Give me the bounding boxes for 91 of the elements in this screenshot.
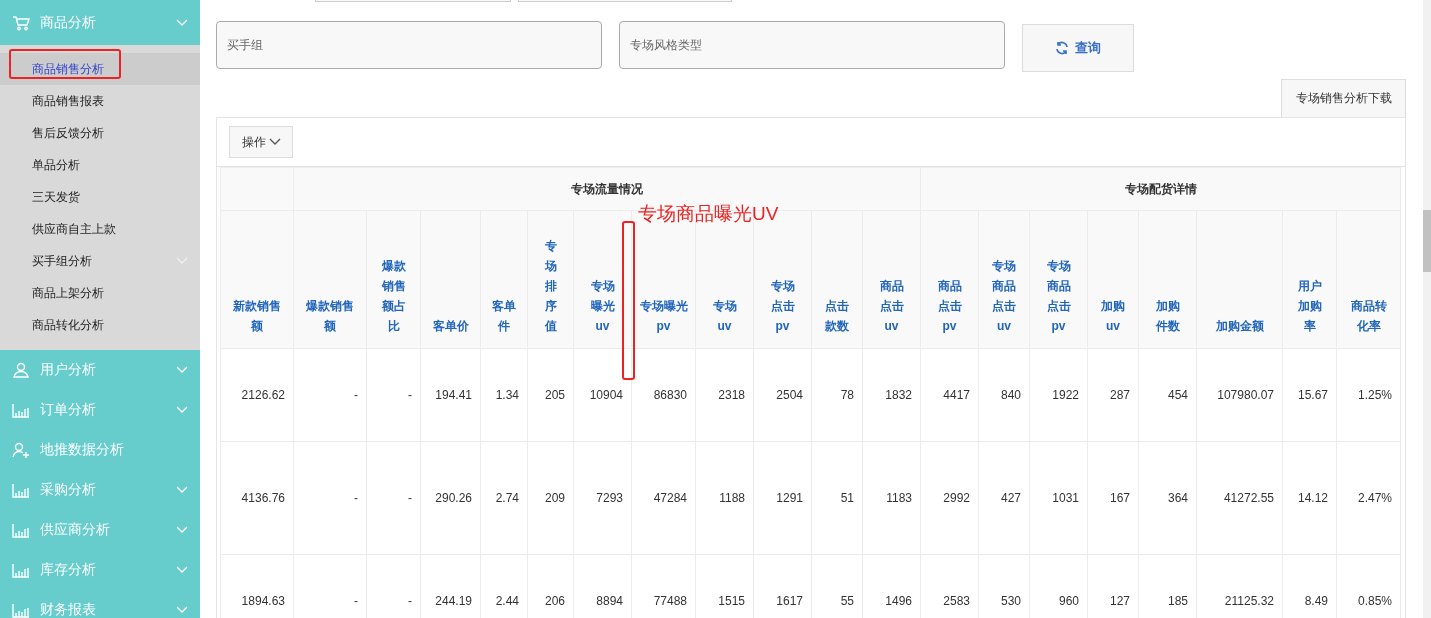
actions-dropdown[interactable]: 操作 [229, 126, 293, 158]
bar-chart-icon [12, 602, 30, 618]
sidebar-item[interactable]: 商品销售分析 [0, 53, 200, 85]
query-button[interactable]: 查询 [1022, 24, 1134, 72]
table-cell: 454 [1138, 348, 1197, 442]
filter-field[interactable]: 买手组 [216, 21, 602, 69]
column-header: 加购件数 [1138, 210, 1197, 349]
sidebar-item[interactable]: 供应商自主上款 [0, 213, 200, 245]
table-cell: 86830 [631, 348, 696, 442]
add-user-icon [12, 442, 30, 458]
sidebar-item[interactable]: 售后反馈分析 [0, 117, 200, 149]
sidebar-item[interactable]: 商品上架分析 [0, 277, 200, 309]
column-header: 加购金额 [1196, 210, 1283, 349]
chevron-down-icon [176, 566, 188, 574]
table-cell: 41272.55 [1196, 441, 1283, 555]
table-cell: 205 [527, 348, 574, 442]
table-cell: 78 [811, 348, 863, 442]
cart-icon [12, 14, 30, 31]
table-cell: 364 [1138, 441, 1197, 555]
table-cell: 7293 [573, 441, 632, 555]
table-cell: 290.26 [420, 441, 481, 555]
column-header: 点击款数 [811, 210, 863, 349]
table-cell: 1.34 [480, 348, 528, 442]
table-cell: 1894.63 [220, 554, 294, 618]
table-cell: 840 [978, 348, 1030, 442]
bar-chart-icon [12, 482, 30, 498]
refresh-icon [1055, 41, 1069, 55]
column-header: 专场排序值 [527, 210, 574, 349]
table-cell: 2.74 [480, 441, 528, 555]
sidebar-item[interactable]: 商品销售报表 [0, 85, 200, 117]
scrollbar-thumb[interactable] [1423, 210, 1431, 272]
column-header: 爆款销售额占比 [366, 210, 421, 349]
bar-chart-icon [12, 522, 30, 538]
table-cell: 47284 [631, 441, 696, 555]
chevron-down-icon [176, 606, 188, 614]
table-cell: 2126.62 [220, 348, 294, 442]
table-cell: 1.25% [1336, 348, 1401, 442]
chevron-down-icon [176, 366, 188, 374]
table-cell: 1188 [695, 441, 754, 555]
sidebar-item[interactable]: 商品转化分析 [0, 309, 200, 341]
table-cell: - [366, 348, 421, 442]
table-cell: 1922 [1029, 348, 1088, 442]
table-cell: 10904 [573, 348, 632, 442]
chevron-down-icon [176, 526, 188, 534]
column-header: 商品点击pv [920, 210, 979, 349]
chevron-down-icon [176, 486, 188, 494]
filter-field[interactable]: 专场风格类型 [619, 21, 1005, 69]
table-cell: 4417 [920, 348, 979, 442]
table-cell: - [293, 348, 367, 442]
bar-chart-icon [12, 402, 30, 418]
table-cell: 167 [1087, 441, 1139, 555]
chevron-down-icon [176, 18, 188, 27]
column-header: 专场商品点击uv [978, 210, 1030, 349]
table-cell: 51 [811, 441, 863, 555]
column-header: 客单件 [480, 210, 528, 349]
column-header: 专场商品点击pv [1029, 210, 1088, 349]
table-cell: 287 [1087, 348, 1139, 442]
user-icon [12, 362, 30, 378]
table-cell: 1291 [753, 441, 812, 555]
column-header: 商品转化率 [1336, 210, 1401, 349]
table-cell: 427 [978, 441, 1030, 555]
chevron-down-icon [268, 138, 281, 146]
chevron-down-icon [176, 406, 188, 414]
sidebar-item[interactable]: 买手组分析 [0, 245, 200, 277]
column-header: 商品点击uv [862, 210, 921, 349]
sidebar-item[interactable]: 单品分析 [0, 149, 200, 181]
table-cell: 194.41 [420, 348, 481, 442]
table-cell: 14.12 [1282, 441, 1337, 555]
table-cell: 2504 [753, 348, 812, 442]
column-group-header: 专场配货详情 [920, 167, 1401, 211]
table-cell: 4136.76 [220, 441, 294, 555]
column-header: 新款销售额 [220, 210, 294, 349]
column-header: 客单价 [420, 210, 481, 349]
column-header: 加购uv [1087, 210, 1139, 349]
sidebar-item[interactable]: 三天发货 [0, 181, 200, 213]
table-cell: - [366, 441, 421, 555]
column-header: 爆款销售额 [293, 210, 367, 349]
column-header: 专场曝光uv [573, 210, 632, 349]
table-cell: 2992 [920, 441, 979, 555]
table-cell: 107980.07 [1196, 348, 1283, 442]
table-cell: 1183 [862, 441, 921, 555]
download-button[interactable]: 专场销售分析下载 [1281, 79, 1406, 117]
table-cell: - [293, 441, 367, 555]
bar-chart-icon [12, 562, 30, 578]
table-cell: 1832 [862, 348, 921, 442]
table-cell: 2318 [695, 348, 754, 442]
table-cell: 2.47% [1336, 441, 1401, 555]
column-header: 用户加购率 [1282, 210, 1337, 349]
table-cell: 209 [527, 441, 574, 555]
table-cell: 15.67 [1282, 348, 1337, 442]
table-cell: 1031 [1029, 441, 1088, 555]
